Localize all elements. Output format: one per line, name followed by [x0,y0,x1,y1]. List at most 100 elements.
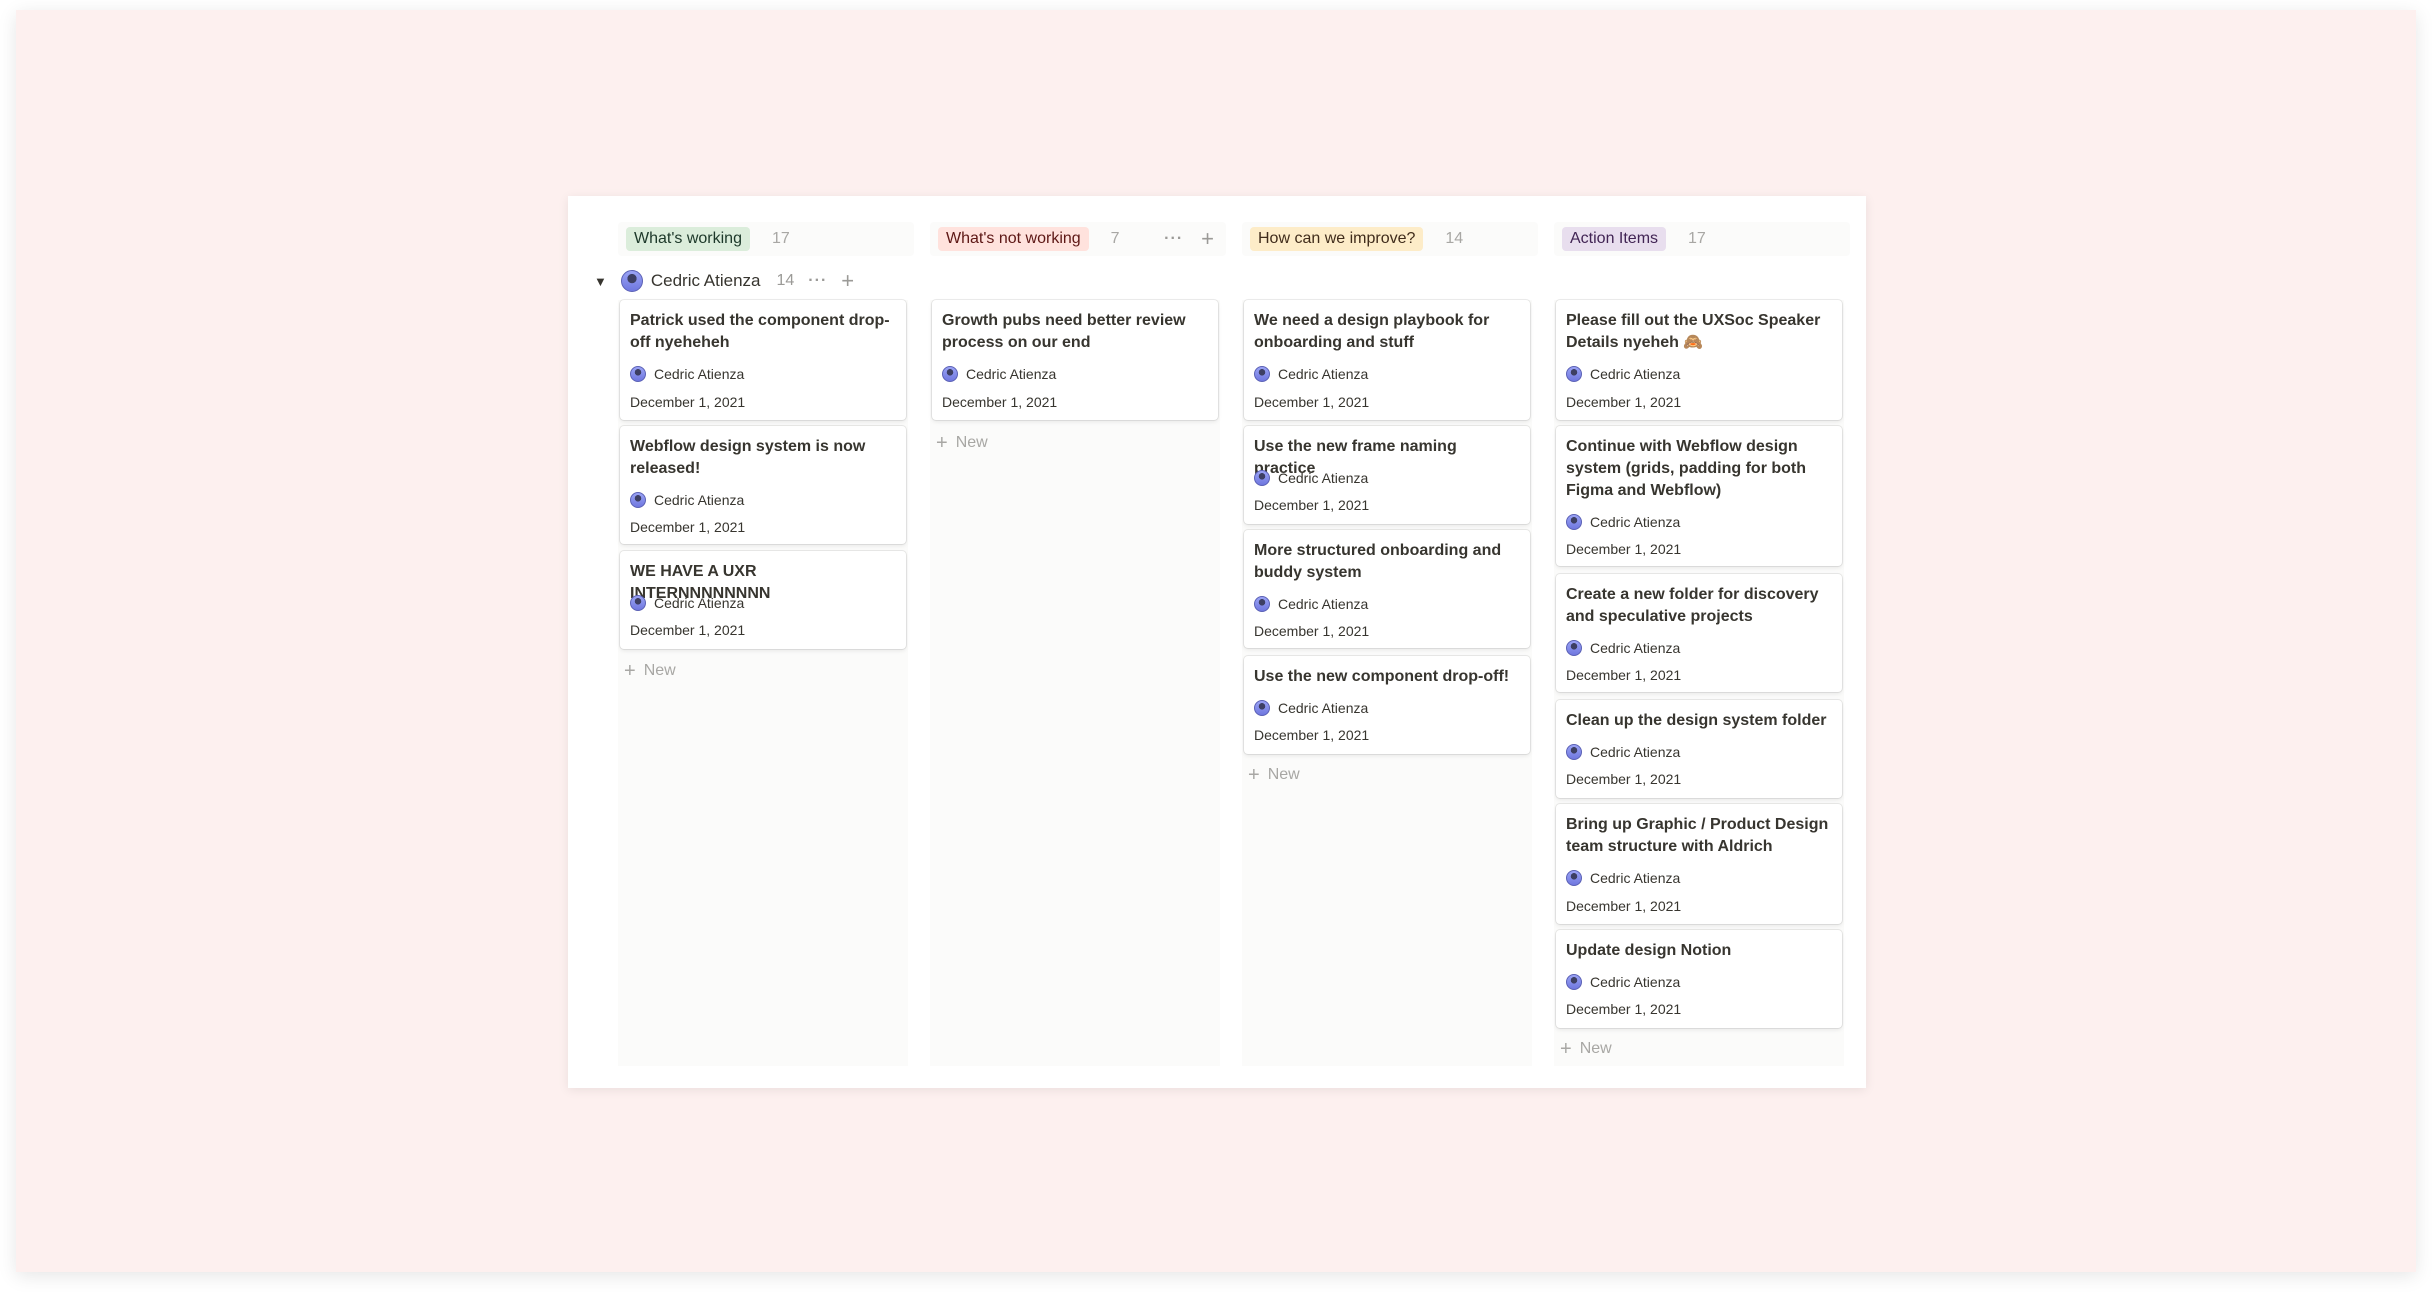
person-name: Cedric Atienza [654,595,745,611]
avatar [1254,700,1270,716]
group-name: Cedric Atienza [650,271,761,290]
card[interactable]: Create a new folder for discovery and sp… [1556,574,1842,692]
new-card-button[interactable]: + New [1248,764,1300,786]
avatar [1254,470,1270,486]
new-card-button[interactable]: + New [624,660,676,682]
card-title: Update design Notion [1566,942,1732,959]
avatar [620,270,643,292]
column-header-whats-not-working[interactable]: What's not working 7 ··· + [930,222,1226,256]
avatar [1566,640,1582,656]
group-row: ▼ Cedric Atienza 14 ··· + [594,266,854,296]
person-name: Cedric Atienza [1590,870,1681,886]
card-date: December 1, 2021 [1566,1001,1682,1017]
new-label: New [955,434,988,451]
card-title: Growth pubs need better review process o… [942,312,1186,351]
person-name: Cedric Atienza [1590,514,1681,530]
column-count: 7 [1110,230,1120,247]
card-person: Cedric Atienza [1566,870,1680,886]
plus-icon[interactable]: + [841,270,854,292]
card[interactable]: Use the new component drop-off! Cedric A… [1244,656,1530,754]
person-name: Cedric Atienza [1278,596,1369,612]
column-title: What's working [626,227,750,251]
card[interactable]: Growth pubs need better review process o… [932,300,1218,420]
column-header-action-items[interactable]: Action Items 17 [1554,222,1850,256]
column-count: 14 [1445,230,1464,247]
card-person: Cedric Atienza [1566,640,1680,656]
column-header-how-can-we-improve[interactable]: How can we improve? 14 [1242,222,1538,256]
card-person: Cedric Atienza [630,492,744,508]
avatar [942,366,958,382]
plus-icon: + [1248,764,1260,786]
card[interactable]: Use the new frame naming practice Cedric… [1244,426,1530,524]
card-date: December 1, 2021 [1566,667,1682,683]
avatar [1566,870,1582,886]
group-count: 14 [776,272,795,289]
card-person: Cedric Atienza [1254,596,1368,612]
card-person: Cedric Atienza [630,595,744,611]
plus-icon: + [1560,1038,1572,1060]
new-label: New [643,662,676,679]
card[interactable]: Bring up Graphic / Product Design team s… [1556,804,1842,924]
card-person: Cedric Atienza [1566,974,1680,990]
column-title: How can we improve? [1250,227,1424,251]
card[interactable]: Webflow design system is now released! C… [620,426,906,544]
card[interactable]: Patrick used the component drop-off nyeh… [620,300,906,420]
card-person: Cedric Atienza [1566,366,1680,382]
avatar [630,492,646,508]
card-date: December 1, 2021 [1566,898,1682,914]
card-title: Create a new folder for discovery and sp… [1566,586,1819,625]
avatar [1566,744,1582,760]
card-date: December 1, 2021 [942,394,1058,410]
new-card-button[interactable]: + New [936,432,988,454]
card[interactable]: Please fill out the UXSoc Speaker Detail… [1556,300,1842,420]
card-title: Use the new component drop-off! [1254,668,1510,685]
person-name: Cedric Atienza [966,366,1057,382]
more-icon[interactable]: ··· [808,272,827,290]
person-name: Cedric Atienza [1278,700,1369,716]
board-panel: What's working 17 What's not working 7 ·… [568,196,1866,1088]
new-label: New [1579,1040,1612,1057]
card-person: Cedric Atienza [1566,744,1680,760]
card-date: December 1, 2021 [1566,394,1682,410]
person-name: Cedric Atienza [1590,744,1681,760]
avatar [1566,366,1582,382]
card[interactable]: WE HAVE A UXR INTERNNNNNNNN Cedric Atien… [620,551,906,649]
card[interactable]: More structured onboarding and buddy sys… [1244,530,1530,648]
person-name: Cedric Atienza [1590,974,1681,990]
plus-icon: + [936,432,948,454]
card-person: Cedric Atienza [1254,700,1368,716]
card-title: Please fill out the UXSoc Speaker Detail… [1566,312,1821,351]
card-person: Cedric Atienza [1254,470,1368,486]
person-name: Cedric Atienza [654,366,745,382]
card[interactable]: Clean up the design system folder Cedric… [1556,700,1842,798]
card-title: Clean up the design system folder [1566,712,1827,729]
column-header-whats-working[interactable]: What's working 17 [618,222,914,256]
more-icon[interactable]: ··· [1164,230,1183,248]
person-name: Cedric Atienza [654,492,745,508]
card-person: Cedric Atienza [630,366,744,382]
column-title: Action Items [1562,227,1667,251]
avatar [630,366,646,382]
plus-icon: + [624,660,636,682]
avatar [1566,514,1582,530]
card-person: Cedric Atienza [1254,366,1368,382]
card[interactable]: Continue with Webflow design system (gri… [1556,426,1842,566]
card-title: Bring up Graphic / Product Design team s… [1566,816,1829,855]
avatar [1254,366,1270,382]
avatar [1566,974,1582,990]
new-label: New [1267,766,1300,783]
column-action-items: Please fill out the UXSoc Speaker Detail… [1554,300,1844,1066]
plus-icon[interactable]: + [1201,228,1214,250]
card[interactable]: We need a design playbook for onboarding… [1244,300,1530,420]
card-title: Patrick used the component drop-off nyeh… [630,312,890,351]
column-whats-not-working: Growth pubs need better review process o… [930,300,1220,1066]
column-how-can-we-improve: We need a design playbook for onboarding… [1242,300,1532,1066]
avatar [1254,596,1270,612]
card-date: December 1, 2021 [1254,497,1370,513]
card-date: December 1, 2021 [1566,541,1682,557]
new-card-button[interactable]: + New [1560,1038,1612,1060]
card[interactable]: Update design Notion Cedric Atienza Dece… [1556,930,1842,1028]
card-date: December 1, 2021 [1254,394,1370,410]
caret-down-icon[interactable]: ▼ [594,274,607,289]
avatar [630,595,646,611]
